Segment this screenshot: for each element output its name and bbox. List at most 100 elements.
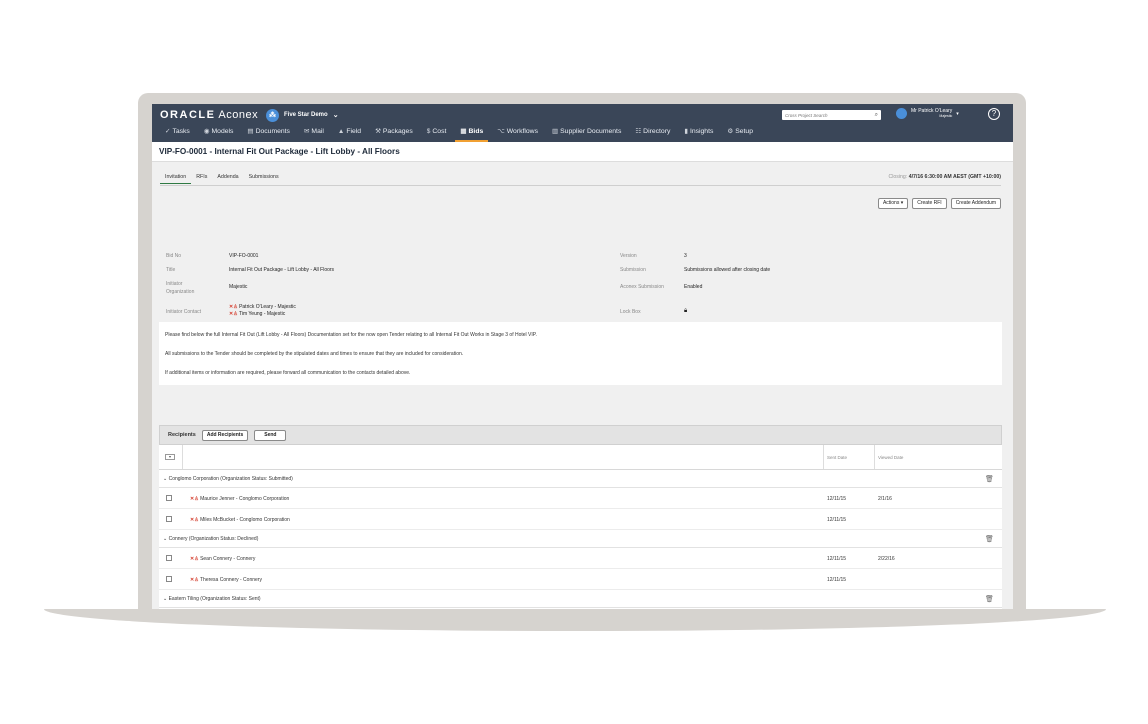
nav-tab-label: Insights [689, 128, 714, 135]
aconex-submission-label: Aconex Submission [620, 284, 664, 290]
nav-tab-label: Field [346, 128, 362, 135]
nav-tab-label: Mail [311, 128, 324, 135]
tab-submissions[interactable]: Submissions [244, 174, 284, 184]
bid-no-value: VIP-FO-0001 [229, 253, 259, 259]
nav-tab-label: Cost [432, 128, 447, 135]
closing-date: Closing: 4/7/16 6:30:00 AM AEST (GMT +10… [888, 174, 1001, 180]
chevron-down-icon: ⌄ [332, 112, 339, 119]
recipient-group[interactable]: ⌄ Connery (Organization Status: Declined… [159, 530, 1002, 548]
viewed-date-header[interactable]: Viewed Date [878, 455, 903, 460]
laptop-base [44, 609, 1106, 631]
chevron-down-icon: ⌄ [163, 536, 168, 542]
nav-tab-supplier-documents[interactable]: ▥ Supplier Documents [545, 126, 628, 142]
app-screen: ORACLE Aconex ⁂ Five Star Demo ⌄ ⌕ Mr Pa… [152, 104, 1013, 609]
nav-tab-label: Documents [255, 128, 290, 135]
contact-2[interactable]: ✕♙ Tim Yeung - Majestic [229, 311, 285, 317]
recipient-person-icon: ✕♙ [190, 556, 199, 562]
nav-tab-label: Supplier Documents [560, 128, 622, 135]
select-all-dropdown[interactable]: ▾ [165, 454, 175, 460]
contact-person-icon: ✕♙ [229, 311, 238, 317]
help-icon[interactable]: ? [988, 108, 1000, 120]
group-title: ⌄ Conglomo Corporation (Organization Sta… [163, 476, 293, 482]
nav-icon: $ [426, 128, 431, 135]
recipient-group[interactable]: ⌄ Eastern Tiling (Organization Status: S… [159, 590, 1002, 608]
initiator-org-label: Initiator Organization [166, 281, 195, 295]
bid-no-label: Bid No [166, 253, 182, 259]
trash-icon[interactable]: 🗑︎ [985, 535, 994, 543]
nav-tab-insights[interactable]: ▮ Insights [677, 126, 720, 142]
project-selector[interactable]: ⁂ Five Star Demo ⌄ [266, 108, 339, 122]
nav-icon: ▲ [337, 128, 345, 135]
trash-icon[interactable]: 🗑︎ [985, 595, 994, 603]
sent-date-header[interactable]: Sent Date [827, 455, 847, 460]
sent-date: 12/11/15 [827, 496, 847, 502]
trash-icon[interactable]: 🗑︎ [985, 475, 994, 483]
cross-project-search[interactable]: ⌕ [782, 110, 881, 120]
row-checkbox[interactable] [166, 495, 172, 501]
column-divider [874, 445, 875, 469]
recipient-name[interactable]: ✕♙ Theresa Connery - Connery [190, 577, 262, 583]
submission-value: Submissions allowed after closing date [684, 267, 771, 273]
search-input[interactable] [785, 112, 865, 118]
avatar [896, 108, 907, 119]
row-checkbox[interactable] [166, 576, 172, 582]
recipient-name[interactable]: ✕♙ Miles McBucket - Conglomo Corporation [190, 517, 290, 523]
column-divider [823, 445, 824, 469]
nav-icon: ⌥ [497, 128, 505, 135]
nav-tab-workflows[interactable]: ⌥ Workflows [490, 126, 545, 142]
send-button[interactable]: Send [254, 429, 287, 441]
tab-invitation[interactable]: Invitation [160, 174, 192, 184]
recipient-row: ✕♙ Maurice Jenner - Conglomo Corporation… [159, 488, 1002, 509]
nav-tab-mail[interactable]: ✉ Mail [297, 126, 331, 142]
recipient-name[interactable]: ✕♙ Sean Connery - Connery [190, 556, 255, 562]
nav-tab-bids[interactable]: ▦ Bids [453, 126, 490, 142]
recipient-row: ✕♙ Sean Connery - Connery 12/11/15 2/22/16 [159, 548, 1002, 569]
tab-addenda[interactable]: Addenda [212, 174, 243, 184]
nav-tab-label: Packages [382, 128, 413, 135]
version-value: 3 [684, 253, 687, 259]
nav-tab-field[interactable]: ▲ Field [331, 126, 368, 142]
recipient-person-icon: ✕♙ [190, 577, 199, 583]
invitation-description: Please find below the full Internal Fit … [159, 322, 1002, 385]
row-checkbox[interactable] [166, 516, 172, 522]
contact-1[interactable]: ✕♙ Patrick O'Leary - Majestic [229, 304, 296, 310]
nav-icon: ▦ [460, 128, 467, 135]
viewed-date: 2/22/16 [878, 556, 895, 562]
nav-tab-label: Tasks [172, 128, 190, 135]
nav-icon: ▤ [247, 128, 254, 135]
action-buttons: Actions ▾ Create RFI Create Addendum [877, 198, 1001, 209]
tab-rfis[interactable]: RFIs [191, 174, 212, 184]
nav-tab-packages[interactable]: ⚒ Packages [368, 126, 420, 142]
group-title: ⌄ Eastern Tiling (Organization Status: S… [163, 596, 261, 602]
user-menu[interactable]: Mr Patrick O'Leary Majestic ▾ [896, 108, 959, 119]
search-icon[interactable]: ⌕ [875, 112, 878, 119]
nav-tab-setup[interactable]: ⚙ Setup [720, 126, 760, 142]
add-recipients-button[interactable]: Add Recipients [201, 429, 249, 441]
recipients-list: ⌄ Conglomo Corporation (Organization Sta… [159, 470, 1002, 608]
row-checkbox[interactable] [166, 555, 172, 561]
oracle-aconex-logo[interactable]: ORACLE Aconex [160, 109, 258, 121]
chevron-down-icon: ⌄ [163, 476, 168, 482]
nav-tab-tasks[interactable]: ✓ Tasks [158, 126, 197, 142]
submission-label: Submission [620, 267, 646, 273]
recipient-name[interactable]: ✕♙ Maurice Jenner - Conglomo Corporation [190, 496, 289, 502]
page-header: VIP-FO-0001 - Internal Fit Out Package -… [152, 142, 1013, 162]
recipient-person-icon: ✕♙ [190, 496, 199, 502]
nav-tab-cost[interactable]: $ Cost [420, 126, 454, 142]
nav-tab-directory[interactable]: ☷ Directory [628, 126, 677, 142]
nav-icon: ⚒ [375, 128, 381, 135]
nav-icon: ✓ [165, 128, 171, 135]
actions-button[interactable]: Actions ▾ [877, 198, 909, 209]
recipient-row: ✕♙ Miles McBucket - Conglomo Corporation… [159, 509, 1002, 530]
recipient-group[interactable]: ⌄ Conglomo Corporation (Organization Sta… [159, 470, 1002, 488]
create-addendum-button[interactable]: Create Addendum [950, 198, 1001, 209]
nav-tab-documents[interactable]: ▤ Documents [240, 126, 297, 142]
nav-tab-label: Setup [735, 128, 753, 135]
nav-icon: ✉ [303, 128, 310, 135]
nav-icon: ◉ [203, 128, 210, 135]
create-rfi-button[interactable]: Create RFI [912, 198, 947, 209]
nav-tab-models[interactable]: ◉ Models [197, 126, 241, 142]
viewed-date: 2/1/16 [878, 496, 892, 502]
sent-date: 12/11/15 [827, 577, 847, 583]
nav-icon: ▮ [684, 128, 688, 135]
